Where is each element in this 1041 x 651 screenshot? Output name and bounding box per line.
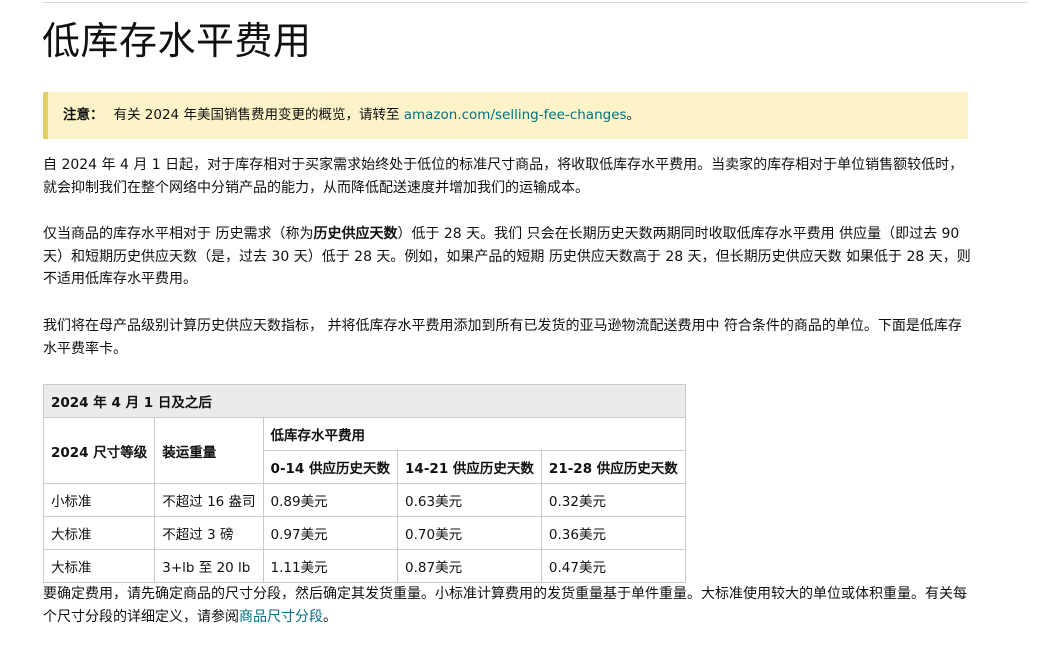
notice-label: 注意： <box>63 107 104 123</box>
notice-box: 注意： 有关 2024 年美国销售费用变更的概览，请转至 amazon.com/s… <box>43 92 968 139</box>
cell-weight: 3+lb 至 20 lb <box>154 549 264 583</box>
cell-size-tier: 大标准 <box>42 516 156 550</box>
cell-fee-21-28: 0.47美元 <box>540 549 686 583</box>
header-fee-0-14: 0-14 供应历史天数 <box>262 450 399 484</box>
table-row: 大标准 3+lb 至 20 lb 1.11美元 0.87美元 0.47美元 <box>42 549 686 583</box>
cell-fee-21-28: 0.32美元 <box>540 483 686 517</box>
cell-fee-0-14: 1.11美元 <box>262 549 399 583</box>
cell-fee-21-28: 0.36美元 <box>540 516 686 550</box>
header-fee-21-28: 21-28 供应历史天数 <box>540 450 686 484</box>
selling-fee-changes-link[interactable]: amazon.com/selling-fee-changes <box>404 107 627 123</box>
cell-size-tier: 小标准 <box>42 483 156 517</box>
cell-fee-14-21: 0.70美元 <box>397 516 542 550</box>
cell-weight: 不超过 3 磅 <box>154 516 264 550</box>
size-tier-text: 要确定费用，请先确定商品的尺寸分段，然后确定其发货重量。小标准计算费用的发货重量… <box>43 586 967 625</box>
days-of-supply-term: 历史供应天数 <box>313 226 398 242</box>
cell-weight: 不超过 16 盎司 <box>154 483 264 517</box>
header-shipping-weight: 装运重量 <box>154 417 264 484</box>
cell-fee-14-21: 0.87美元 <box>397 549 542 583</box>
top-divider <box>43 2 1028 3</box>
condition-paragraph: 仅当商品的库存水平相对于 历史需求（称为历史供应天数）低于 28 天。我们 只会… <box>43 223 973 291</box>
intro-paragraph: 自 2024 年 4 月 1 日起，对于库存相对于买家需求始终处于低位的标准尺寸… <box>43 157 964 196</box>
header-size-tier: 2024 尺寸等级 <box>42 417 156 484</box>
cell-fee-0-14: 0.89美元 <box>262 483 399 517</box>
notice-text-end: 。 <box>626 107 641 123</box>
table-row: 小标准 不超过 16 盎司 0.89美元 0.63美元 0.32美元 <box>42 483 686 517</box>
cell-fee-0-14: 0.97美元 <box>262 516 399 550</box>
product-size-tiers-link[interactable]: 商品尺寸分段 <box>239 609 323 625</box>
cell-size-tier: 大标准 <box>42 549 156 583</box>
fee-rate-table: 2024 年 4 月 1 日及之后 2024 尺寸等级 装运重量 低库存水平费用… <box>42 384 686 583</box>
cell-fee-14-21: 0.63美元 <box>397 483 542 517</box>
size-tier-paragraph: 要确定费用，请先确定商品的尺寸分段，然后确定其发货重量。小标准计算费用的发货重量… <box>43 583 973 628</box>
condition-text-start: 仅当商品的库存水平相对于 历史需求（称为 <box>43 226 314 242</box>
table-caption: 2024 年 4 月 1 日及之后 <box>43 384 686 418</box>
size-tier-text-end: 。 <box>323 608 337 625</box>
header-fee-group: 低库存水平费用 <box>262 417 686 451</box>
page-title: 低库存水平费用 <box>42 19 312 63</box>
notice-text: 有关 2024 年美国销售费用变更的概览，请转至 <box>113 107 404 123</box>
table-row: 大标准 不超过 3 磅 0.97美元 0.70美元 0.36美元 <box>42 516 686 550</box>
header-fee-14-21: 14-21 供应历史天数 <box>397 450 542 484</box>
calculation-paragraph: 我们将在母产品级别计算历史供应天数指标， 并将低库存水平费用添加到所有已发货的亚… <box>43 318 962 357</box>
